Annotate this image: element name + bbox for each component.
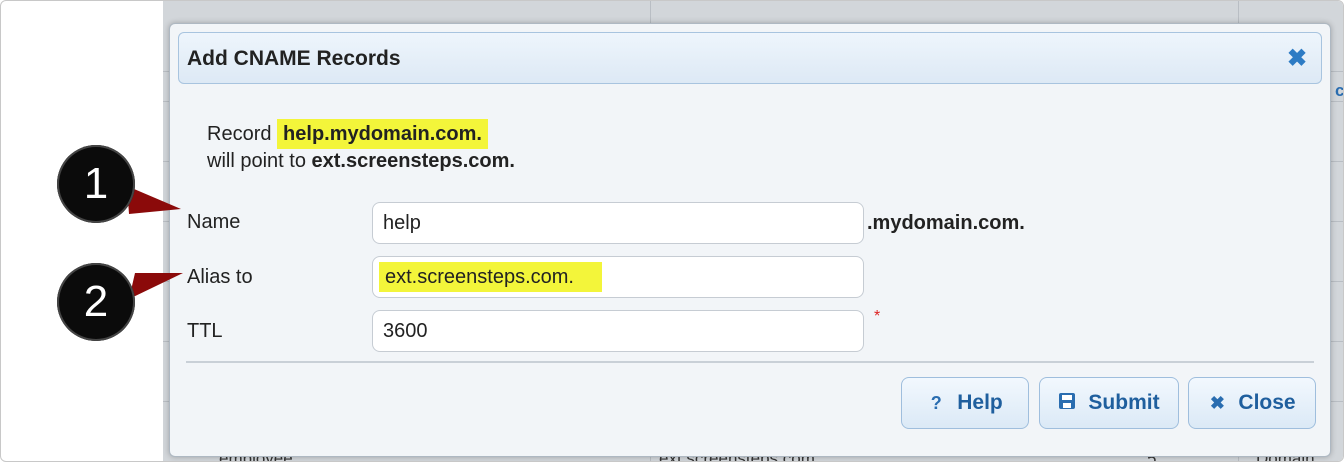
callout-1: 1 (57, 145, 135, 223)
record-target: ext.screensteps.com. (311, 150, 515, 172)
callout-arrow-2 (129, 273, 183, 299)
screenshot-frame: employee ext.screensteps.com 5 Domain c … (0, 0, 1344, 462)
bg-header-peek: c (1335, 81, 1344, 100)
record-message: Record help.mydomain.com. will point to … (207, 119, 515, 175)
required-marker: * (874, 308, 881, 325)
alias-value: ext.screensteps.com. (379, 262, 602, 292)
record-hostname: help.mydomain.com. (277, 119, 488, 149)
close-button-label: Close (1238, 391, 1296, 414)
close-icon: ✖ (1209, 392, 1225, 413)
save-icon (1058, 392, 1076, 415)
footer-divider (186, 361, 1314, 363)
name-value: help (383, 212, 421, 234)
ttl-value: 3600 (383, 320, 428, 342)
submit-button[interactable]: Submit (1039, 377, 1179, 429)
question-icon: ? (930, 392, 942, 413)
submit-button-label: Submit (1088, 391, 1160, 414)
close-icon[interactable]: ✖ (1285, 47, 1309, 71)
domain-suffix: .mydomain.com. (867, 212, 1025, 234)
dialog-titlebar: Add CNAME Records ✖ (178, 32, 1322, 84)
callout-arrow-1 (127, 186, 181, 214)
ttl-input[interactable]: 3600 (372, 310, 864, 352)
close-button[interactable]: ✖ Close (1188, 377, 1316, 429)
callout-arrows (127, 186, 183, 299)
help-button-label: Help (957, 391, 1003, 414)
help-button[interactable]: ? Help (901, 377, 1029, 429)
add-cname-dialog: Add CNAME Records ✖ Record help.mydomain… (169, 23, 1331, 457)
alias-input[interactable]: ext.screensteps.com. (372, 256, 864, 298)
callout-2: 2 (57, 263, 135, 341)
message-prefix: Record (207, 123, 272, 145)
message-line2-prefix: will point to (207, 150, 306, 172)
dialog-title: Add CNAME Records (187, 47, 401, 70)
name-input[interactable]: help (372, 202, 864, 244)
